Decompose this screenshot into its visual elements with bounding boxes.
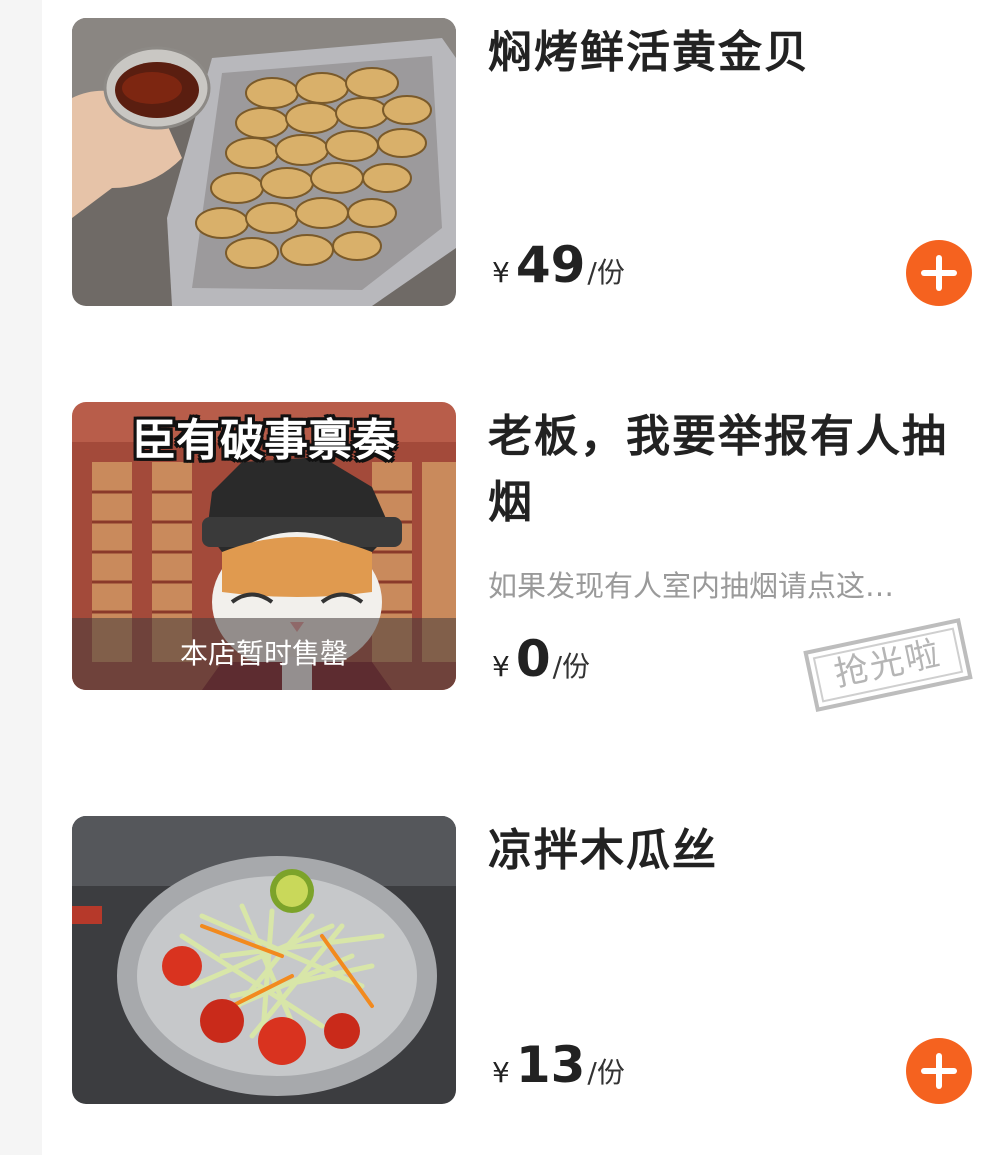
price-value: 0 [515, 630, 551, 688]
price-unit: /份 [552, 650, 591, 683]
currency-symbol: ¥ [492, 1056, 510, 1089]
item-price: ¥ 13 /份 [492, 1036, 625, 1094]
item-name: 凉拌木瓜丝 [488, 825, 718, 876]
currency-symbol: ¥ [492, 256, 510, 289]
category-sidebar [0, 0, 42, 1155]
menu-page: 焖烤鲜活黄金贝 ¥ 49 /份 臣有破事禀奏 本店暂时售罄 老板，我要举报有人抽… [0, 0, 1002, 1155]
item-image-clams[interactable] [72, 18, 456, 306]
price-value: 49 [515, 236, 586, 294]
plus-circle-icon[interactable] [906, 1038, 972, 1104]
price-unit: /份 [587, 1056, 625, 1089]
item-image-papaya-salad[interactable] [72, 816, 456, 1104]
price-unit: /份 [587, 256, 625, 289]
item-price: ¥ 0 /份 [492, 630, 590, 688]
menu-item[interactable]: 臣有破事禀奏 本店暂时售罄 老板，我要举报有人抽烟 如果发现有人室内抽烟请点这…… [72, 402, 973, 712]
plus-circle-icon[interactable] [906, 240, 972, 306]
price-value: 13 [515, 1036, 586, 1094]
item-name: 焖烤鲜活黄金贝 [488, 27, 810, 78]
currency-symbol: ¥ [492, 650, 510, 683]
sold-out-stamp: 抢光啦 [803, 618, 973, 712]
image-caption: 臣有破事禀奏 [132, 415, 396, 466]
item-name: 老板，我要举报有人抽烟 [488, 411, 948, 528]
item-image-cat-meme[interactable]: 臣有破事禀奏 本店暂时售罄 [72, 402, 456, 690]
menu-item[interactable]: 焖烤鲜活黄金贝 ¥ 49 /份 [72, 18, 972, 308]
item-price: ¥ 49 /份 [492, 236, 625, 294]
item-description: 如果发现有人室内抽烟请点这… [488, 569, 895, 603]
menu-item[interactable]: 凉拌木瓜丝 ¥ 13 /份 [72, 816, 972, 1106]
sold-out-label: 本店暂时售罄 [179, 637, 348, 670]
